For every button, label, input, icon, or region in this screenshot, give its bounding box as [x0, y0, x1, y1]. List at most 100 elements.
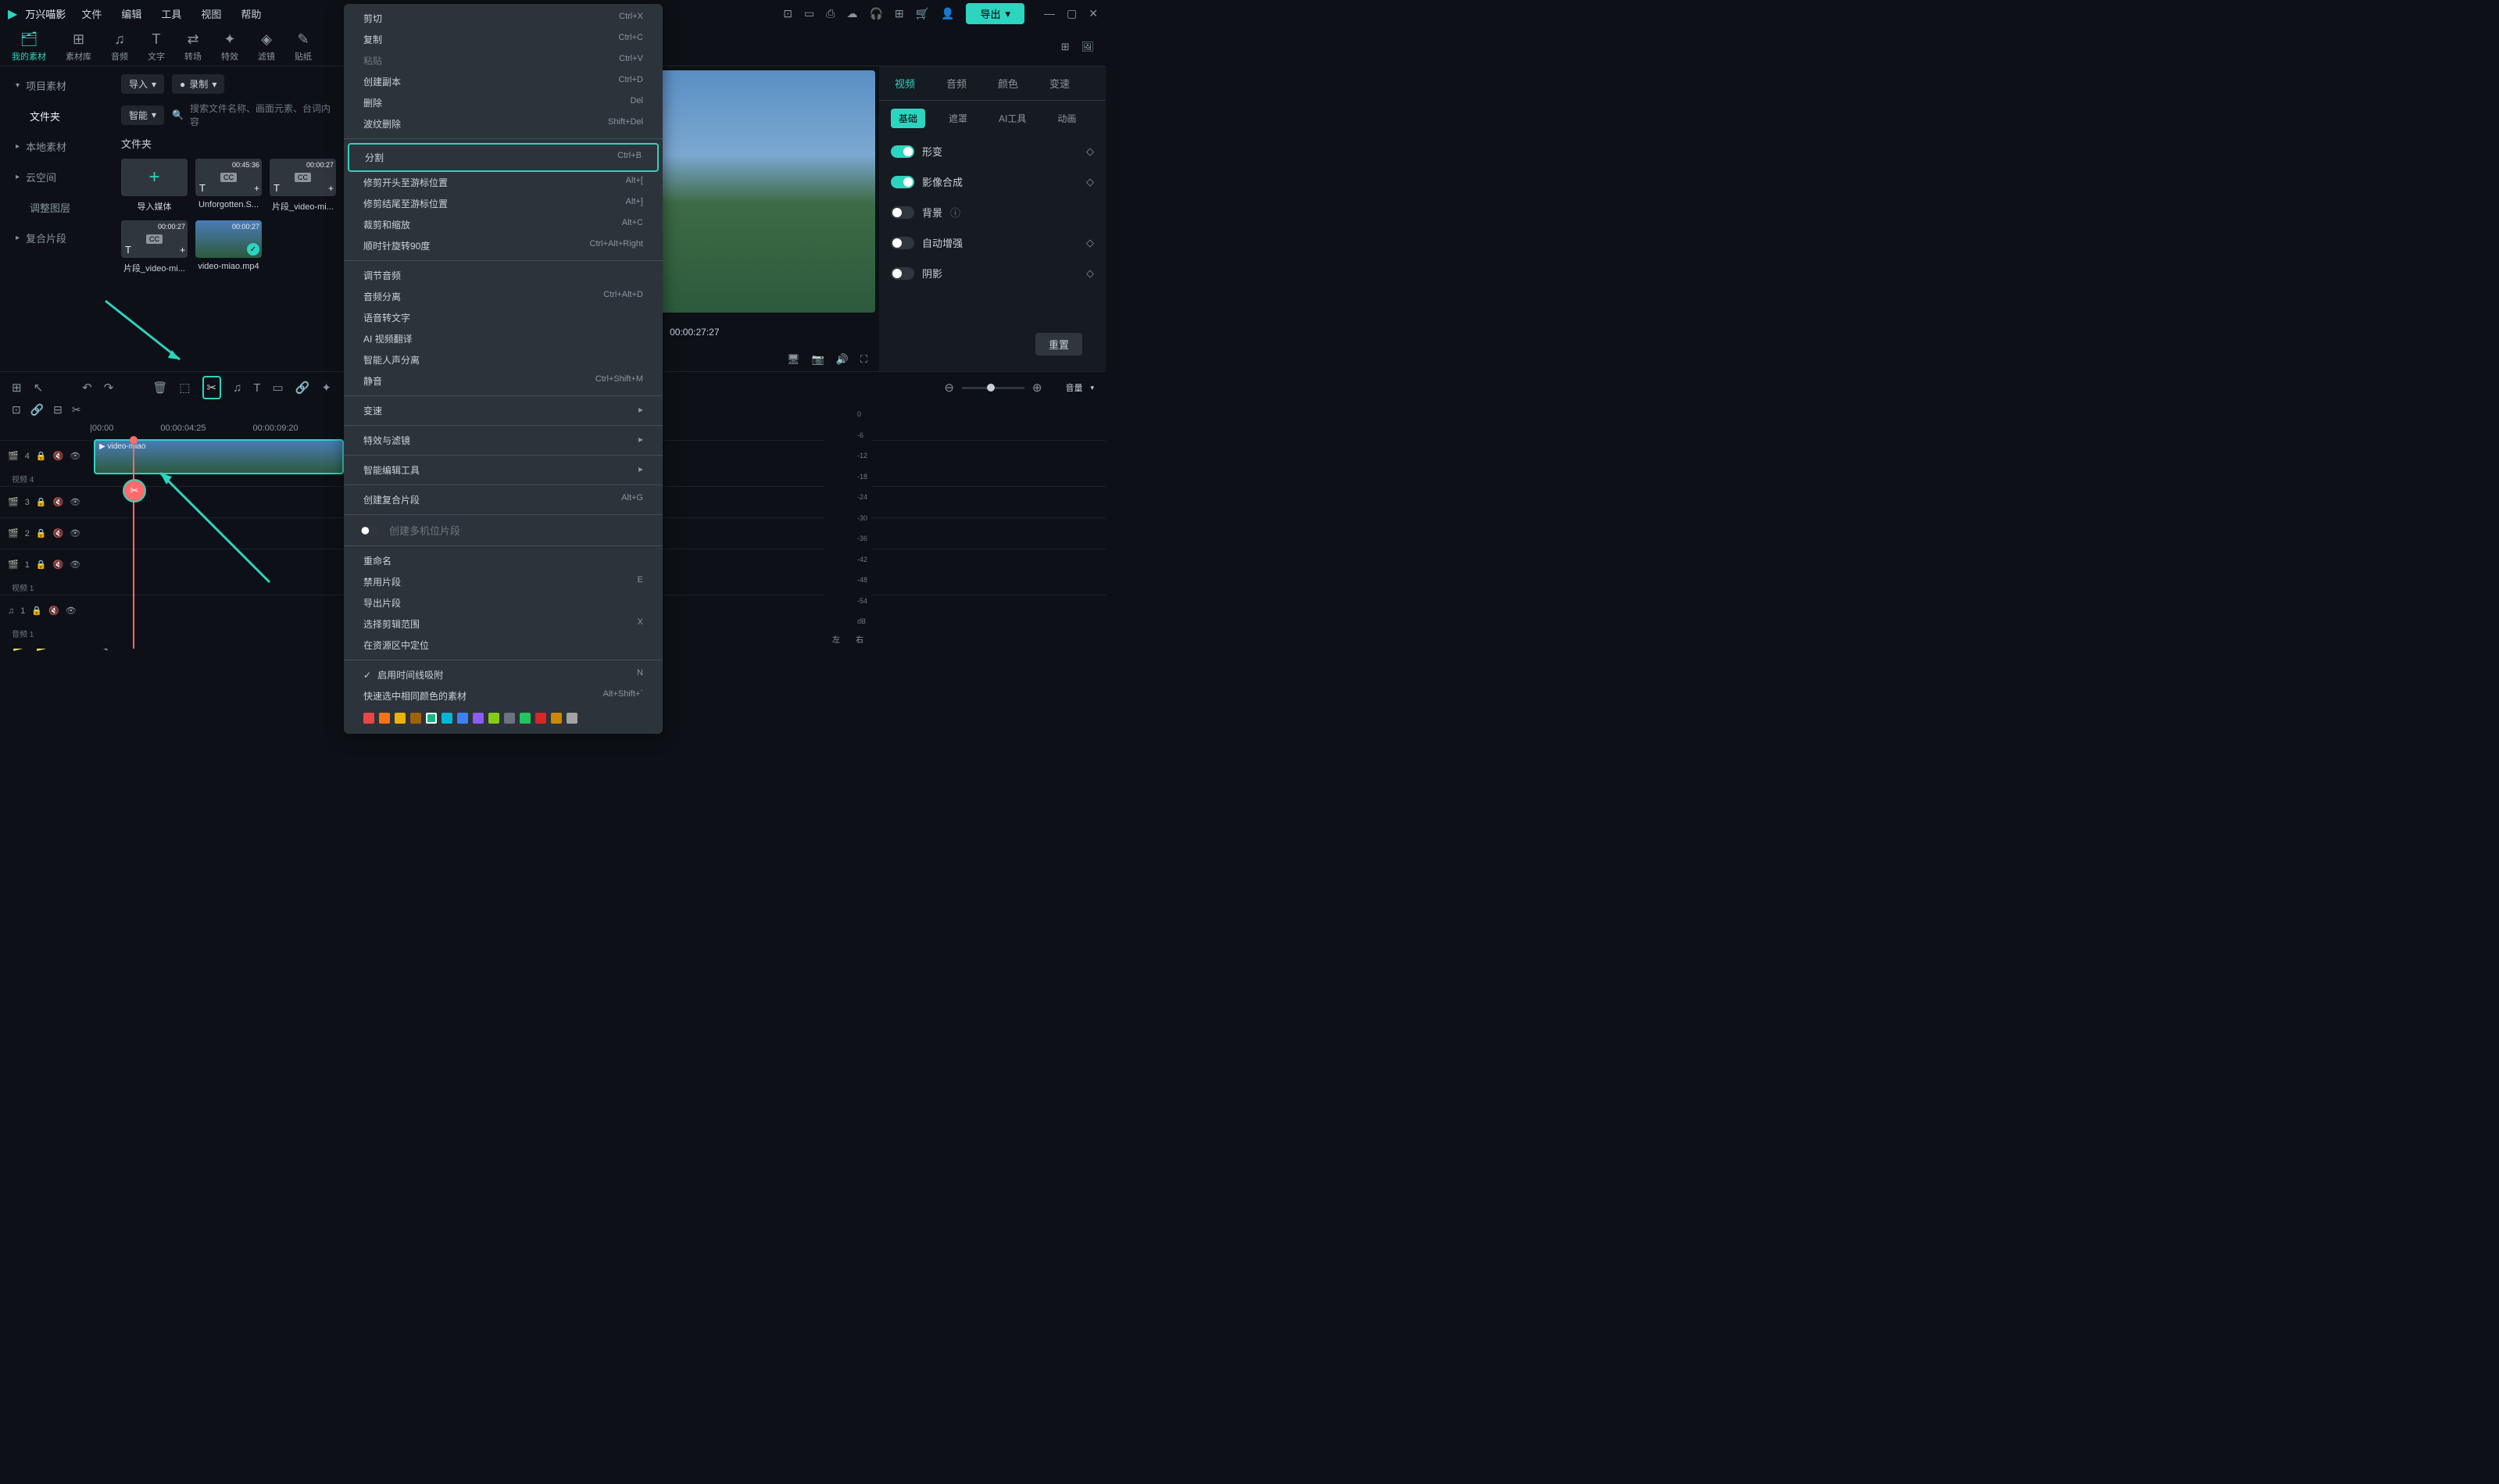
color-swatch[interactable]	[379, 713, 390, 724]
tool-tab-6[interactable]: ◈滤镜	[258, 31, 275, 63]
ctx-item[interactable]: 创建复合片段Alt+G	[344, 489, 663, 510]
split-tool-icon[interactable]: ✂	[202, 376, 222, 399]
minimize-icon[interactable]: —	[1044, 7, 1055, 20]
menu-edit[interactable]: 编辑	[121, 6, 141, 21]
color-swatch[interactable]	[473, 713, 484, 724]
tab-audio[interactable]: 音频	[931, 66, 982, 100]
fullscreen-icon[interactable]: ⛶	[860, 353, 867, 366]
ctx-item[interactable]: 导出片段	[344, 592, 663, 613]
maximize-icon[interactable]: ▢	[1067, 7, 1077, 20]
speaker-icon[interactable]: 🔊	[836, 353, 849, 366]
media-item-1[interactable]: 00:45:36CCT+Unforgotten.S...	[195, 159, 262, 213]
effects-tool-icon[interactable]: ✦	[321, 381, 331, 395]
ctx-item[interactable]: 重命名	[344, 550, 663, 571]
image-view-icon[interactable]: 🖼	[1081, 41, 1094, 53]
prop-toggle[interactable]	[891, 267, 914, 280]
ctx-item[interactable]: 在资源区中定位	[344, 635, 663, 656]
timeline-clip[interactable]: ▶ video-miao	[94, 439, 344, 474]
ctx-item[interactable]: 删除Del	[344, 92, 663, 113]
split-marker[interactable]: ✂	[123, 479, 146, 502]
media-item-4[interactable]: 00:00:27✓video-miao.mp4	[195, 220, 262, 274]
prop-toggle[interactable]	[891, 206, 914, 219]
tool-tab-5[interactable]: ✦特效	[221, 31, 238, 63]
import-thumb[interactable]: +	[121, 159, 188, 196]
clip-thumb[interactable]: 00:45:36CCT+	[195, 159, 262, 196]
ctx-item[interactable]: 禁用片段E	[344, 571, 663, 592]
ctx-item[interactable]: 创建副本Ctrl+D	[344, 71, 663, 92]
media-item-3[interactable]: 00:00:27CCT+片段_video-mi...	[121, 220, 188, 274]
shape-tool-icon[interactable]: ▭	[273, 381, 284, 395]
track-lock-icon[interactable]: 🔒	[36, 451, 47, 461]
track-lock-icon[interactable]: 🔒	[36, 497, 47, 507]
track-mute-icon[interactable]: 🔇	[48, 606, 59, 616]
menu-file[interactable]: 文件	[81, 6, 102, 21]
timeline-opt2-icon[interactable]: 🔗	[30, 403, 44, 417]
menu-view[interactable]: 视图	[201, 6, 221, 21]
tab-speed[interactable]: 变速	[1034, 66, 1085, 100]
monitor-icon[interactable]: ▭	[804, 7, 814, 20]
apps-icon[interactable]: ⊞	[895, 7, 904, 20]
tool-tab-2[interactable]: ♫音频	[111, 31, 128, 63]
prop-toggle[interactable]	[891, 237, 914, 249]
import-dropdown[interactable]: 导入 ▾	[121, 74, 164, 94]
ctx-item[interactable]: 静音Ctrl+Shift+M	[344, 370, 663, 392]
info-icon[interactable]: ⓘ	[950, 205, 960, 220]
timeline-opt4-icon[interactable]: ✂	[72, 403, 81, 417]
ctx-item[interactable]: AI 视频翻译	[344, 328, 663, 349]
sidebar-item-1[interactable]: 文件夹	[0, 101, 113, 131]
ctx-item[interactable]: 顺时针旋转90度Ctrl+Alt+Right	[344, 235, 663, 256]
media-item-2[interactable]: 00:00:27CCT+片段_video-mi...	[270, 159, 336, 213]
ctx-item[interactable]: 快速选中相同颜色的素材Alt+Shift+`	[344, 685, 663, 706]
ctx-item[interactable]: 特效与滤镜▸	[344, 430, 663, 451]
ctx-item[interactable]: 波纹删除Shift+Del	[344, 113, 663, 134]
track-eye-icon[interactable]: 👁	[66, 606, 77, 616]
delete-icon[interactable]: 🗑	[152, 381, 167, 395]
ctx-item[interactable]: 裁剪和缩放Alt+C	[344, 214, 663, 235]
undo-icon[interactable]: ↶	[82, 381, 92, 395]
menu-help[interactable]: 帮助	[241, 6, 261, 21]
timeline-opt1-icon[interactable]: ⊡	[12, 403, 21, 417]
ctx-item[interactable]: ✓启用时间线吸附N	[344, 664, 663, 685]
tool-tab-3[interactable]: T文字	[148, 31, 165, 63]
color-swatch[interactable]	[535, 713, 546, 724]
track-mute-icon[interactable]: 🔇	[53, 451, 64, 461]
media-item-0[interactable]: +导入媒体	[121, 159, 188, 213]
clip-thumb[interactable]: 00:00:27CCT+	[121, 220, 188, 258]
ctx-item[interactable]: 调节音频	[344, 265, 663, 286]
export-button[interactable]: 导出▾	[966, 3, 1024, 24]
ctx-item[interactable]: 音频分离Ctrl+Alt+D	[344, 286, 663, 307]
track-mute-icon[interactable]: 🔇	[53, 528, 64, 538]
keyframe-diamond-icon[interactable]: ◇	[1086, 145, 1094, 158]
sidebar-item-5[interactable]: ▸复合片段	[0, 223, 113, 253]
ctx-toggle[interactable]	[360, 525, 379, 535]
keyframe-diamond-icon[interactable]: ◇	[1086, 267, 1094, 280]
playhead[interactable]	[133, 440, 134, 649]
keyframe-diamond-icon[interactable]: ◇	[1086, 176, 1094, 188]
track-mute-icon[interactable]: 🔇	[53, 560, 64, 570]
record-dropdown[interactable]: ● 录制 ▾	[172, 74, 224, 94]
color-swatch[interactable]	[457, 713, 468, 724]
device-icon[interactable]: ⊡	[783, 7, 792, 20]
track-lock-icon[interactable]: 🔒	[36, 560, 47, 570]
save-icon[interactable]: ⎙	[826, 7, 835, 20]
timeline-opt3-icon[interactable]: ⊟	[53, 403, 63, 417]
ctx-item[interactable]: 修剪结尾至游标位置Alt+]	[344, 193, 663, 214]
prop-toggle[interactable]	[891, 176, 914, 188]
close-icon[interactable]: ✕	[1089, 7, 1098, 20]
link-tool-icon[interactable]: 🔗	[295, 381, 310, 395]
track-eye-icon[interactable]: 👁	[70, 528, 80, 538]
color-swatch[interactable]	[520, 713, 531, 724]
track-eye-icon[interactable]: 👁	[70, 560, 80, 570]
ctx-item[interactable]: 修剪开头至游标位置Alt+[	[344, 172, 663, 193]
cart-icon[interactable]: 🛒	[916, 7, 929, 20]
color-swatch[interactable]	[395, 713, 406, 724]
ctx-item[interactable]: 变速▸	[344, 400, 663, 421]
tool-tab-1[interactable]: ⊞素材库	[66, 31, 91, 63]
headphones-icon[interactable]: 🎧	[869, 7, 882, 20]
reset-button[interactable]: 重置	[1035, 333, 1082, 356]
tool-tab-0[interactable]: 🗂我的素材	[12, 31, 46, 63]
zoom-in-icon[interactable]: ⊕	[1032, 381, 1042, 395]
volume-label[interactable]: 音量	[1065, 381, 1082, 394]
select-tool-icon[interactable]: ⊞	[12, 381, 22, 395]
subtab-ai[interactable]: AI工具	[991, 109, 1034, 128]
